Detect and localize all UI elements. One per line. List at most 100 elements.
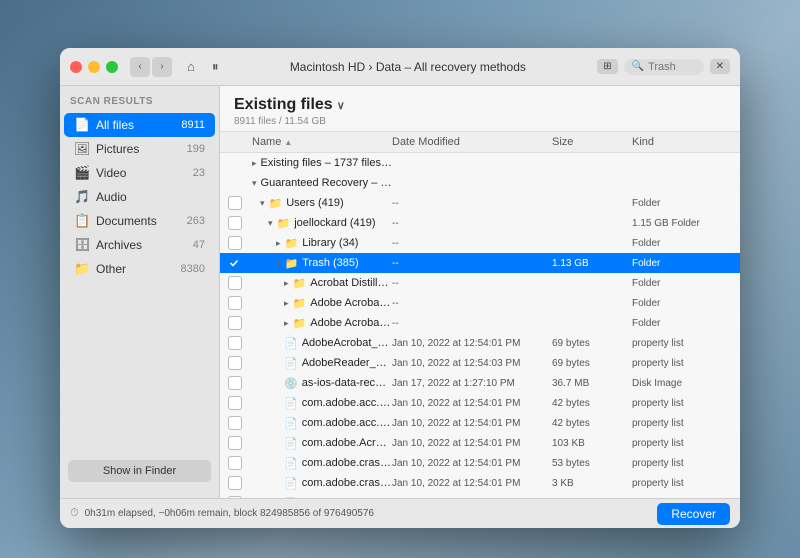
file-date: -- <box>392 198 552 209</box>
maximize-button[interactable] <box>106 61 118 73</box>
forward-button[interactable]: › <box>152 57 172 77</box>
th-kind[interactable]: Kind <box>632 136 732 148</box>
file-date: Jan 10, 2022 at 12:54:01 PM <box>392 458 552 469</box>
file-checkbox[interactable] <box>228 296 242 310</box>
file-checkbox[interactable] <box>228 396 242 410</box>
file-kind: Folder <box>632 318 732 329</box>
file-row[interactable]: ▾Guaranteed Recovery – 416 files / 1.15 … <box>220 173 740 193</box>
file-checkbox[interactable] <box>228 376 242 390</box>
file-date: -- <box>392 238 552 249</box>
recover-button[interactable]: Recover <box>657 503 730 525</box>
file-row[interactable]: 📄com.adobe.crashr...1F8545130C.plistJan … <box>220 453 740 473</box>
all-files-icon: 📄 <box>74 117 90 133</box>
file-row[interactable]: ▾📁Trash (385)--1.13 GBFolder <box>220 253 740 273</box>
expand-icon[interactable]: ▾ <box>268 218 273 229</box>
file-checkbox[interactable] <box>228 456 242 470</box>
panel-title-chevron: ∨ <box>337 99 345 112</box>
file-name: Existing files – 1737 files / 2.04 GB <box>261 157 392 169</box>
file-name: Adobe Acrobat Reader DC.app (123) <box>310 297 392 309</box>
file-checkbox[interactable] <box>228 436 242 450</box>
file-row[interactable]: ▸📁Adobe Acrobat Reader DC.app (123)--Fol… <box>220 293 740 313</box>
file-row[interactable]: 📄com.adobe.crashreporter.plistJan 10, 20… <box>220 473 740 493</box>
file-name-cell: ▸📁Library (34) <box>252 237 392 250</box>
file-checkbox[interactable] <box>228 356 242 370</box>
status-text: 0h31m elapsed, ~0h06m remain, block 8249… <box>85 508 652 519</box>
file-row[interactable]: ▾📁Users (419)--Folder <box>220 193 740 213</box>
file-row[interactable]: 📄AdobeAcrobat_D...91F8545130C.plistJan 1… <box>220 333 740 353</box>
file-checkbox[interactable] <box>228 416 242 430</box>
expand-icon[interactable]: ▸ <box>284 278 289 289</box>
file-name: Users (419) <box>286 197 343 209</box>
file-size: 69 bytes <box>552 358 632 369</box>
sidebar-title: Scan results <box>60 94 219 113</box>
file-name-cell: ▾📁Trash (385) <box>252 257 392 270</box>
file-date: -- <box>392 298 552 309</box>
expand-icon[interactable]: ▾ <box>276 258 281 269</box>
file-size: 103 KB <box>552 438 632 449</box>
file-name-cell: ▸ 📁Adobe Acrobat Reader DC.app (123) <box>252 297 392 310</box>
file-row[interactable]: 📄AdobeReader_D8...1F8545130C.plistJan 10… <box>220 353 740 373</box>
expand-icon[interactable]: ▾ <box>252 178 257 189</box>
sidebar-item-audio[interactable]: 🎵 Audio <box>64 185 215 209</box>
close-search-button[interactable]: ✕ <box>710 59 730 74</box>
expand-icon[interactable]: ▸ <box>284 318 289 329</box>
search-input[interactable] <box>648 61 698 73</box>
file-kind: property list <box>632 438 732 449</box>
expand-icon[interactable]: ▸ <box>252 158 257 169</box>
file-date: -- <box>392 218 552 229</box>
th-size[interactable]: Size <box>552 136 632 148</box>
file-name-cell: ▾📁Users (419) <box>252 197 392 210</box>
folder-icon: 📁 <box>293 317 307 330</box>
file-row[interactable]: 📄com.adobe.acc.H...ler.Renderer.plistJan… <box>220 413 740 433</box>
folder-icon: 📁 <box>293 297 307 310</box>
file-checkbox[interactable] <box>228 256 242 270</box>
file-row[interactable]: 📄com.adobe.acc.A...CreativeCloud.plistJa… <box>220 393 740 413</box>
file-date: Jan 10, 2022 at 12:54:01 PM <box>392 478 552 489</box>
file-name: Adobe Acrobat.app (227) <box>310 317 392 329</box>
close-button[interactable] <box>70 61 82 73</box>
minimize-button[interactable] <box>88 61 100 73</box>
titlebar: ‹ › ⌂ ⏸ Macintosh HD › Data – All recove… <box>60 48 740 86</box>
sidebar-item-all-files[interactable]: 📄 All files 8911 <box>64 113 215 137</box>
file-row[interactable]: ▸📁Library (34)--Folder <box>220 233 740 253</box>
file-checkbox[interactable] <box>228 336 242 350</box>
file-type-icon: 💿 <box>284 377 298 390</box>
sidebar-item-video[interactable]: 🎬 Video 23 <box>64 161 215 185</box>
show-finder-button[interactable]: Show in Finder <box>68 460 211 482</box>
file-row[interactable]: ▸📁Adobe Acrobat.app (227)--Folder <box>220 313 740 333</box>
sidebar-label-documents: Documents <box>96 214 181 228</box>
file-name: joellockard (419) <box>294 217 375 229</box>
file-name-cell: 📄AdobeAcrobat_D...91F8545130C.plist <box>252 337 392 350</box>
file-checkbox[interactable] <box>228 216 242 230</box>
file-size: 53 bytes <box>552 458 632 469</box>
file-size: 3 KB <box>552 478 632 489</box>
sidebar-item-archives[interactable]: 🗄 Archives 47 <box>64 233 215 257</box>
view-button[interactable]: ⊞ <box>597 59 617 74</box>
th-name[interactable]: Name ▲ <box>252 136 392 148</box>
pause-icon[interactable]: ⏸ <box>212 59 219 75</box>
expand-icon[interactable]: ▸ <box>284 298 289 309</box>
back-button[interactable]: ‹ <box>130 57 150 77</box>
file-name: AdobeReader_D8...1F8545130C.plist <box>302 357 392 369</box>
content-area: Scan results 📄 All files 8911 🖼 Pictures… <box>60 86 740 498</box>
file-row[interactable]: ▾📁joellockard (419)--1.15 GB Folder <box>220 213 740 233</box>
file-checkbox[interactable] <box>228 476 242 490</box>
file-row[interactable]: 💿as-ios-data-recovery.dmgJan 17, 2022 at… <box>220 373 740 393</box>
sidebar-label-audio: Audio <box>96 190 199 204</box>
home-button[interactable]: ⌂ <box>180 56 202 78</box>
expand-icon[interactable]: ▸ <box>276 238 281 249</box>
file-row[interactable]: 📄com.adobe.Acrobat.Pro.plistJan 10, 2022… <box>220 433 740 453</box>
file-checkbox[interactable] <box>228 196 242 210</box>
file-checkbox[interactable] <box>228 236 242 250</box>
file-kind: property list <box>632 358 732 369</box>
file-checkbox[interactable] <box>228 316 242 330</box>
th-date[interactable]: Date Modified <box>392 136 552 148</box>
file-row[interactable]: ▸ Existing files – 1737 files / 2.04 GB <box>220 153 740 173</box>
file-checkbox[interactable] <box>228 276 242 290</box>
sidebar-item-documents[interactable]: 📋 Documents 263 <box>64 209 215 233</box>
search-box[interactable]: 🔍 <box>624 59 704 75</box>
sidebar-item-other[interactable]: 📁 Other 8380 <box>64 257 215 281</box>
expand-icon[interactable]: ▾ <box>260 198 265 209</box>
file-row[interactable]: ▸📁Acrobat Distiller.app (10)--Folder <box>220 273 740 293</box>
sidebar-item-pictures[interactable]: 🖼 Pictures 199 <box>64 137 215 161</box>
